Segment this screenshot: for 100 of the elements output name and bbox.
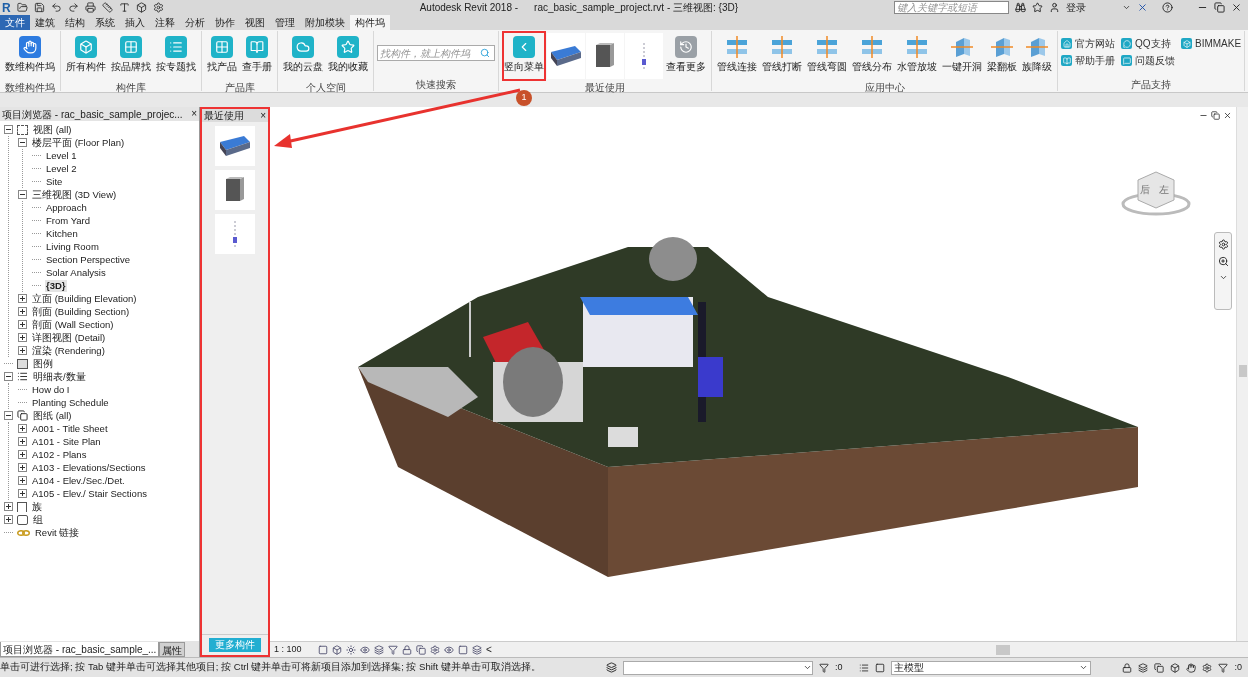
cube-icon[interactable] [135,2,147,13]
gear-icon[interactable] [1202,662,1213,673]
tree-item[interactable]: 立面 (Building Elevation) [31,292,138,305]
text-icon[interactable] [118,2,130,13]
tree-item[interactable]: 图纸 (all) [32,409,73,422]
tree-item[interactable]: Approach [45,201,88,214]
ribbon-button[interactable]: 查看更多 [664,31,708,81]
ribbon-tab[interactable]: 注释 [150,15,180,30]
close-button[interactable]: × [260,110,266,121]
help-search-field[interactable]: 键入关键字或短语 [894,1,1009,14]
ribbon-tab[interactable]: 结构 [60,15,90,30]
ribbon-tab[interactable]: 系统 [90,15,120,30]
expand-icon[interactable] [4,515,13,524]
recent-item-thumbnail[interactable] [215,214,255,254]
close-icon[interactable] [1223,111,1232,120]
search-field[interactable]: 找构件，就上构件坞 [377,45,495,61]
drag-icon[interactable] [1186,662,1197,673]
expand-icon[interactable] [18,437,27,446]
expand-icon[interactable] [18,489,27,498]
tree-item[interactable]: Kitchen [45,227,79,240]
ribbon-button[interactable]: 管线连接 [715,31,759,81]
ribbon-button[interactable]: 管线分布 [850,31,894,81]
ribbon-tab[interactable]: 文件 [0,15,30,30]
model-dropdown[interactable]: 主模型 [890,660,1091,675]
view-control-icon[interactable] [458,644,468,655]
tree-item[interactable]: Site [45,175,64,188]
help-icon[interactable] [1162,2,1173,13]
ribbon-tab[interactable]: 建筑 [30,15,60,30]
view-control-icon[interactable] [430,644,440,655]
view-control-icon[interactable] [332,644,342,655]
ribbon-button[interactable]: 查手册 [240,31,274,81]
collapse-icon[interactable] [18,138,27,147]
tree-item[interactable]: A001 - Title Sheet [31,422,109,435]
panel-tab[interactable]: 属性 [159,642,186,657]
view-control-icon[interactable] [472,644,482,655]
recent-item-thumbnail[interactable] [625,33,663,79]
close-icon[interactable] [1231,2,1242,13]
view-scale[interactable]: 1 : 100 [274,642,314,657]
ribbon-button[interactable]: 我的收藏 [326,31,370,81]
settings-icon[interactable] [152,2,164,13]
ribbon-button[interactable]: 管线打断 [760,31,804,81]
tree-item[interactable]: Revit 链接 [34,526,81,539]
ribbon-tab[interactable]: 插入 [120,15,150,30]
tree-item[interactable]: 楼层平面 (Floor Plan) [31,136,126,149]
view-control-icon[interactable] [444,644,454,655]
expand-icon[interactable] [18,307,27,316]
user-icon[interactable] [1049,2,1060,13]
tree-item[interactable]: Living Room [45,240,100,253]
expand-icon[interactable] [18,476,27,485]
tree-item[interactable]: How do I [31,383,71,396]
tree-item[interactable]: 明细表/数量 [32,370,87,383]
support-link[interactable]: QQ支持 [1121,37,1171,50]
tree-item[interactable]: 详图视图 (Detail) [31,331,107,344]
recent-item-thumbnail[interactable] [215,126,255,166]
filter-icon[interactable] [819,662,829,673]
ribbon-button[interactable]: 竖向菜单 [502,31,546,81]
collapse-icon[interactable] [18,190,27,199]
tree-item[interactable]: 视图 (all) [32,123,73,136]
tree-item[interactable]: Level 2 [45,162,78,175]
expand-icon[interactable] [18,463,27,472]
view-control-icon[interactable] [346,644,356,655]
ribbon-tab[interactable]: 分析 [180,15,210,30]
collapse-icon[interactable] [4,372,13,381]
zoom-icon[interactable] [1217,256,1229,267]
restore-icon[interactable] [1214,2,1225,13]
ribbon-button[interactable]: 一键开洞 [940,31,984,81]
dropdown-icon[interactable] [1218,273,1228,282]
print-icon[interactable] [84,2,96,13]
ribbon-button[interactable]: 按品牌找 [109,31,153,81]
tree-item[interactable]: Planting Schedule [31,396,110,409]
app-logo[interactable]: R [2,0,11,15]
ribbon-tab[interactable]: 协作 [210,15,240,30]
open-icon[interactable] [16,2,28,13]
expand-icon[interactable] [18,294,27,303]
steering-wheel-icon[interactable] [1217,239,1229,250]
ribbon-button[interactable]: 数维构件坞 [3,31,57,81]
tree-item[interactable]: 剖面 (Building Section) [31,305,131,318]
measure-icon[interactable] [101,2,113,13]
collapse-icon[interactable] [4,125,13,134]
ribbon-button[interactable]: 管线弯圆 [805,31,849,81]
tree-item[interactable]: A104 - Elev./Sec./Det. [31,474,126,487]
table-icon[interactable] [858,662,869,673]
tree-item[interactable]: A102 - Plans [31,448,88,461]
support-link[interactable]: 帮助手册 [1061,54,1115,67]
tree-item[interactable]: From Yard [45,214,91,227]
tree-item[interactable]: 三维视图 (3D View) [31,188,118,201]
ribbon-button[interactable]: 族降级 [1020,31,1054,81]
dropdown-icon[interactable] [1122,3,1131,12]
tree-item[interactable]: Section Perspective [45,253,131,266]
undo-icon[interactable] [50,2,62,13]
tree-item[interactable]: A105 - Elev./ Stair Sections [31,487,148,500]
panel-tab[interactable]: 项目浏览器 - rac_basic_sample_... [0,642,160,657]
collapse-icon[interactable] [4,411,13,420]
scrollbar-thumb[interactable] [1239,365,1247,377]
redo-icon[interactable] [67,2,79,13]
view-control-icon[interactable] [402,644,412,655]
binoculars-icon[interactable] [1015,2,1026,13]
lock-icon[interactable] [1122,662,1133,673]
ribbon-tab[interactable]: 构件坞 [350,15,390,30]
view-control-icon[interactable] [388,644,398,655]
